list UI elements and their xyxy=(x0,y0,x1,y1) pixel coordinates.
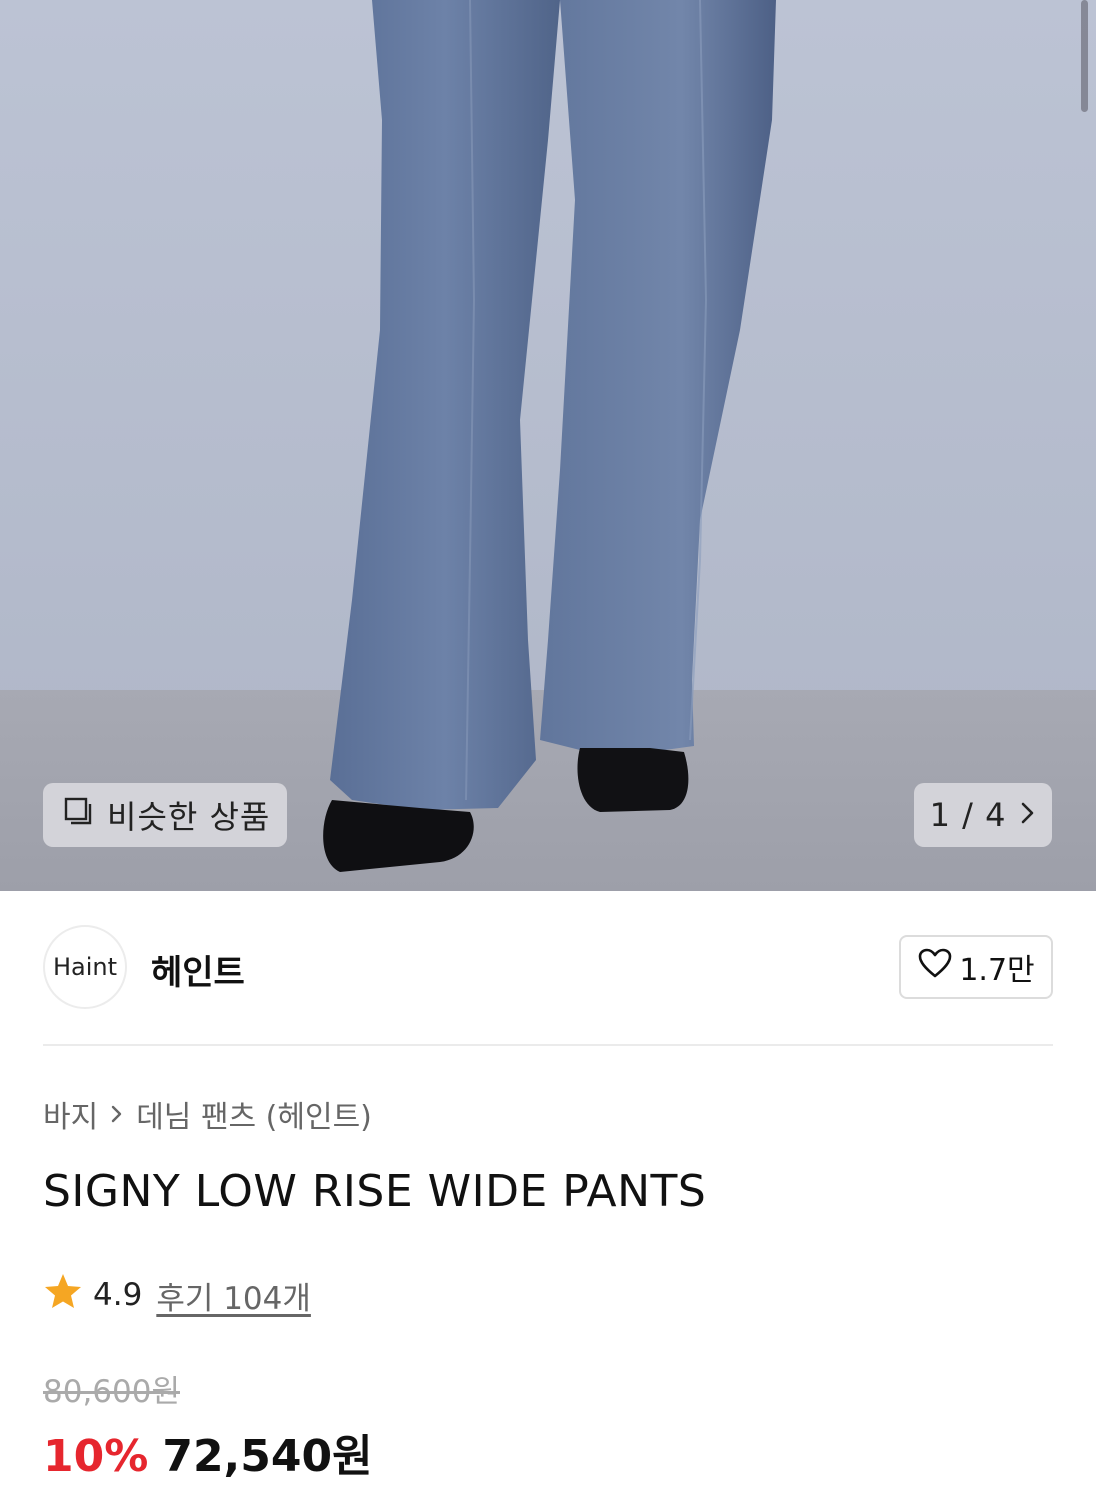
product-image[interactable]: 비슷한 상품 1 / 4 xyxy=(0,0,1096,891)
brand-logo-text: Haint xyxy=(52,953,118,981)
price-row: 10% 72,540원 xyxy=(43,1420,373,1484)
breadcrumb: 바지 데님 팬츠 (헤인트) xyxy=(43,1092,372,1136)
final-price: 72,540원 xyxy=(162,1431,373,1482)
similar-items-label: 비슷한 상품 xyxy=(107,798,271,836)
similar-items-icon xyxy=(63,795,95,835)
jeans-photo xyxy=(323,0,776,872)
brand-logo[interactable]: Haint xyxy=(43,925,127,1009)
heart-icon xyxy=(917,947,953,987)
brand-row: Haint 헤인트 1.7만 xyxy=(43,925,1053,1011)
original-price: 80,600원 xyxy=(43,1374,180,1410)
rating-row: 4.9 후기 104개 xyxy=(43,1272,311,1318)
breadcrumb-item-pants[interactable]: 바지 xyxy=(43,1092,98,1136)
image-pager-button[interactable]: 1 / 4 xyxy=(914,783,1052,847)
chevron-right-icon xyxy=(110,1103,124,1125)
discount-rate: 10% xyxy=(43,1431,149,1482)
star-icon xyxy=(43,1272,83,1318)
brand-like-button[interactable]: 1.7만 xyxy=(899,935,1053,999)
similar-items-button[interactable]: 비슷한 상품 xyxy=(43,783,287,847)
product-title: SIGNY LOW RISE WIDE PANTS xyxy=(43,1166,707,1217)
rating-score: 4.9 xyxy=(93,1277,143,1313)
reviews-link[interactable]: 후기 104개 xyxy=(156,1273,311,1318)
chevron-right-icon xyxy=(1020,796,1036,834)
page-scrollbar[interactable] xyxy=(1081,0,1088,112)
brand-name[interactable]: 헤인트 xyxy=(151,945,245,994)
section-divider xyxy=(43,1044,1053,1046)
breadcrumb-item-denim[interactable]: 데님 팬츠 (헤인트) xyxy=(136,1092,372,1136)
image-pager-label: 1 / 4 xyxy=(929,796,1007,834)
like-count: 1.7만 xyxy=(959,953,1035,988)
